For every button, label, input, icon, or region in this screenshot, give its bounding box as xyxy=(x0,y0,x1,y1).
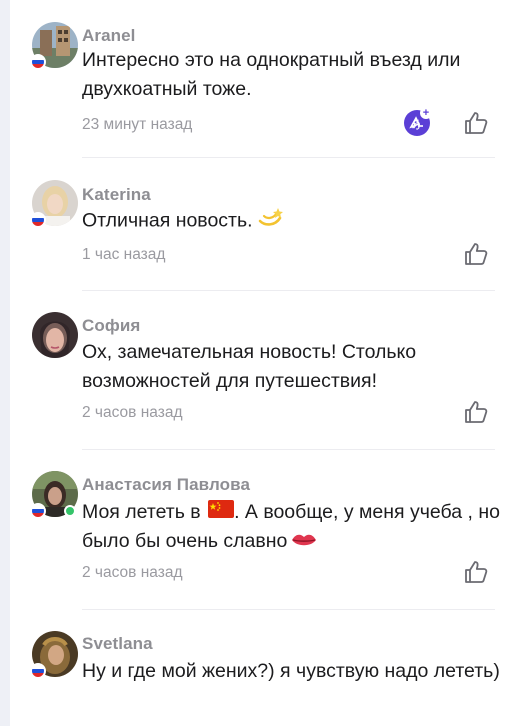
comment-divider xyxy=(82,157,495,158)
comment-text-part: Моя лететь в xyxy=(82,501,201,523)
comment-text: Ох, замечательная новость! Столько возмо… xyxy=(82,338,502,396)
thumbs-up-icon xyxy=(465,401,488,423)
add-reaction-button[interactable]: ℌ + xyxy=(404,107,432,136)
avatar-container[interactable] xyxy=(30,180,78,228)
left-rail xyxy=(0,0,10,726)
comment-author[interactable]: Анастасия Павлова xyxy=(82,475,250,495)
russia-flag-icon xyxy=(30,503,46,519)
avatar-container[interactable] xyxy=(30,471,78,519)
russia-flag-icon xyxy=(30,663,46,679)
comment-author[interactable]: Svetlana xyxy=(82,634,153,654)
russia-flag-icon xyxy=(30,212,46,228)
kiss-lips-emoji xyxy=(291,528,317,557)
thumbs-up-icon xyxy=(465,243,488,265)
comment-text: Отличная новость. xyxy=(82,206,502,237)
comment-author[interactable]: Katerina xyxy=(82,185,151,205)
comment-text: Ну и где мой жених?) я чувствую надо лет… xyxy=(82,657,502,686)
comment-divider xyxy=(82,290,495,291)
avatar xyxy=(32,312,78,358)
like-button[interactable] xyxy=(463,559,489,585)
like-button[interactable] xyxy=(463,241,489,267)
comment-divider xyxy=(82,609,495,610)
avatar-container[interactable] xyxy=(30,22,78,70)
russia-flag-icon xyxy=(30,54,46,70)
like-button[interactable] xyxy=(463,110,489,136)
comment-time: 2 часов назад xyxy=(82,564,183,581)
comment-text: Интересно это на однократный въезд или д… xyxy=(82,46,502,104)
comment-text-content: Интересно это на однократный въезд или д… xyxy=(82,49,461,100)
comment-text-content: Ну и где мой жених?) я чувствую надо лет… xyxy=(82,660,500,682)
china-flag-emoji xyxy=(208,498,235,527)
comment-text-content: Отличная новость. xyxy=(82,209,253,232)
thumbs-up-icon xyxy=(465,112,488,134)
comment-author[interactable]: Aranel xyxy=(82,26,136,46)
dizzy-star-emoji xyxy=(257,206,283,237)
comment-text-content: Ох, замечательная новость! Столько возмо… xyxy=(82,341,417,392)
comment-divider xyxy=(82,449,495,450)
comment-time: 1 час назад xyxy=(82,246,166,263)
plus-icon: + xyxy=(420,107,432,119)
comment-time: 23 минут назад xyxy=(82,116,193,133)
like-button[interactable] xyxy=(463,399,489,425)
online-status-indicator xyxy=(64,505,76,517)
comment-text: Моя лететь в . А вообще, у меня учеба , … xyxy=(82,498,502,557)
thumbs-up-icon xyxy=(465,561,488,583)
avatar-container[interactable] xyxy=(30,631,78,679)
comment-time: 2 часов назад xyxy=(82,404,183,421)
comment-author[interactable]: София xyxy=(82,316,140,336)
avatar-container[interactable] xyxy=(30,312,78,360)
